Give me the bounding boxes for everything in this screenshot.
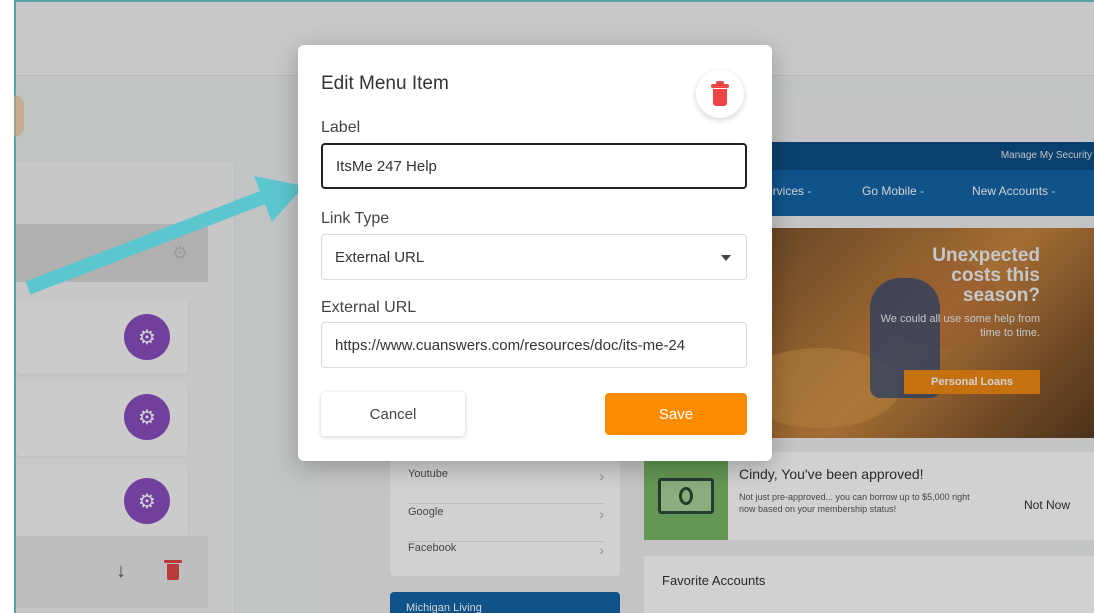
external-url-input[interactable]: https://www.cuanswers.com/resources/doc/… xyxy=(321,322,747,368)
edit-menu-item-dialog: Edit Menu Item Label ItsMe 247 Help Link… xyxy=(298,45,772,461)
external-url-label: External URL xyxy=(321,299,417,316)
link-type-select[interactable]: External URL xyxy=(321,234,747,280)
delete-button[interactable] xyxy=(696,70,744,118)
link-type-label: Link Type xyxy=(321,210,390,227)
dialog-title: Edit Menu Item xyxy=(321,73,449,94)
save-button[interactable]: Save xyxy=(605,393,747,435)
label-input[interactable]: ItsMe 247 Help xyxy=(321,143,747,189)
caret-down-icon xyxy=(721,255,731,261)
cancel-button[interactable]: Cancel xyxy=(321,392,465,436)
annotation-arrow-icon xyxy=(25,176,304,295)
label-field-label: Label xyxy=(321,119,361,136)
